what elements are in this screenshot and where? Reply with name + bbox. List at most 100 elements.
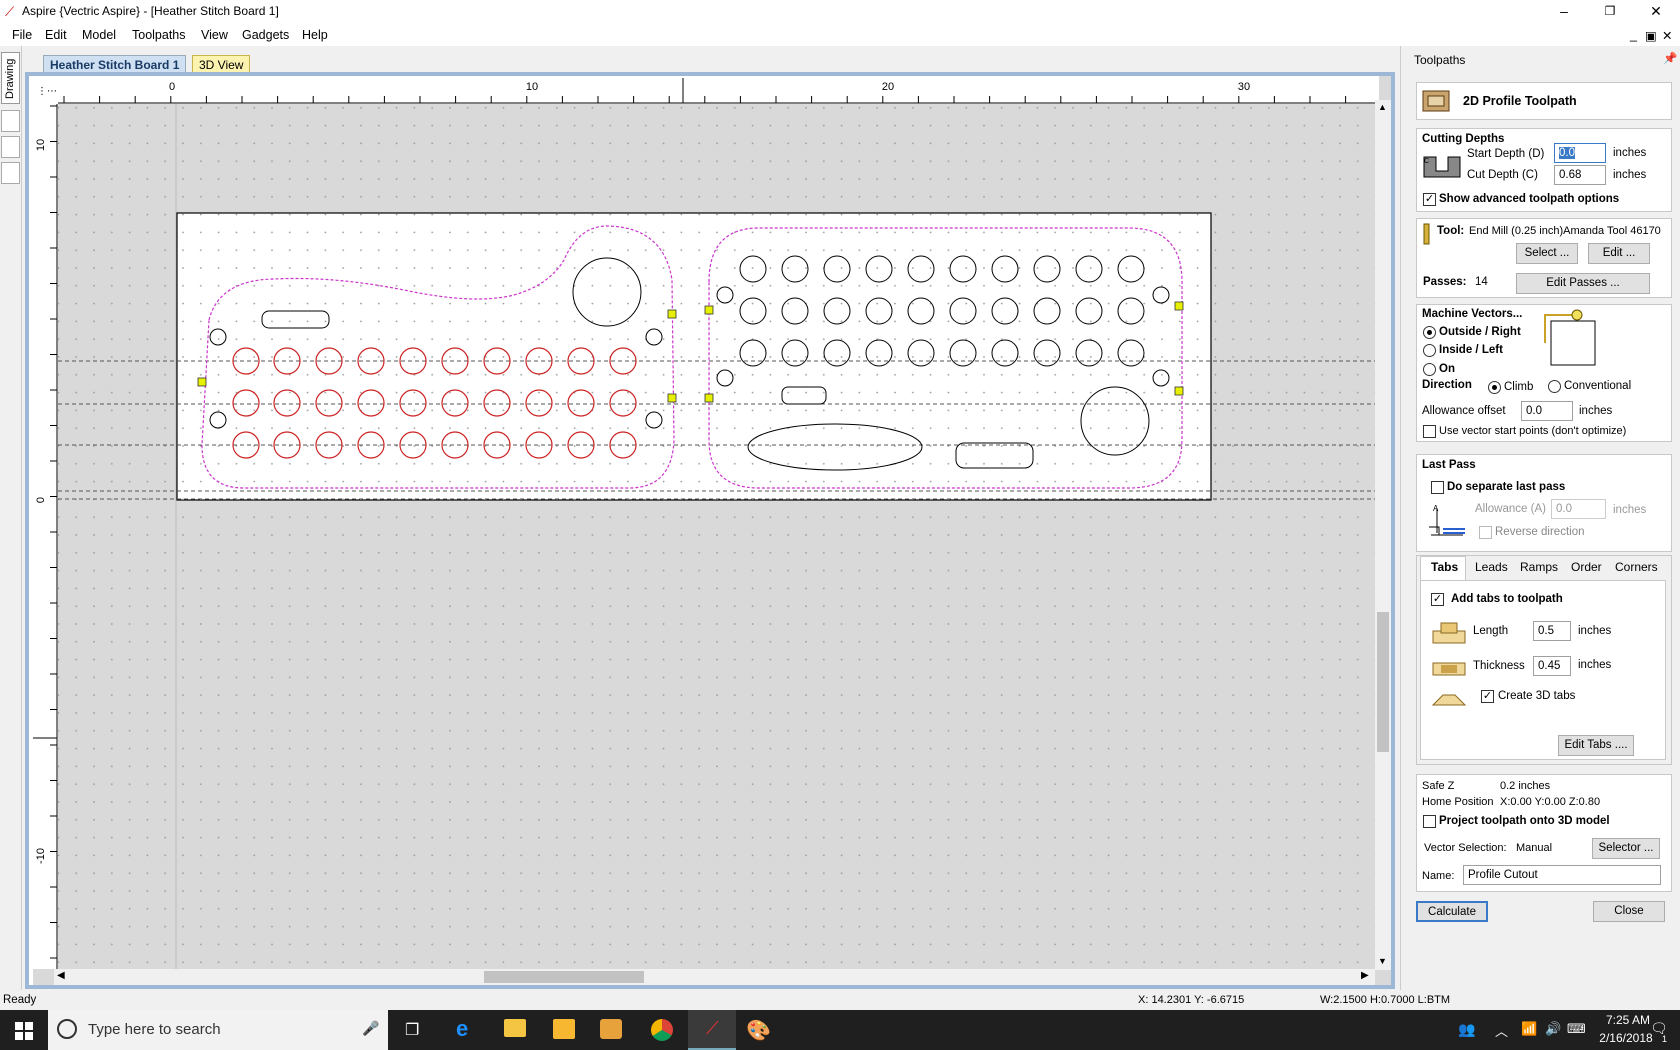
tab-marker[interactable] bbox=[704, 305, 714, 315]
safe-z-label: Safe Z bbox=[1422, 780, 1455, 792]
tab-thickness-input[interactable]: 0.45 bbox=[1533, 656, 1571, 676]
add-tabs-checkbox[interactable]: ✓ bbox=[1431, 593, 1444, 606]
vertical-scrollbar[interactable]: ▲ ▼ bbox=[1375, 100, 1391, 970]
menu-edit[interactable]: Edit bbox=[45, 28, 67, 42]
tab-order[interactable]: Order bbox=[1571, 560, 1602, 574]
toolpath-name-input[interactable]: Profile Cutout bbox=[1463, 865, 1661, 885]
minimize-button[interactable]: – bbox=[1541, 0, 1587, 24]
start-depth-input[interactable]: 0.0 bbox=[1554, 143, 1606, 163]
ruler-origin-icon[interactable]: ⋮⋯ bbox=[37, 86, 57, 97]
menu-model[interactable]: Model bbox=[82, 28, 116, 42]
allowance-offset-input[interactable]: 0.0 bbox=[1521, 401, 1573, 421]
mdi-minimize-button[interactable]: _ bbox=[1630, 28, 1637, 42]
volume-icon[interactable]: 🔊 bbox=[1545, 1021, 1561, 1037]
last-pass-allowance-input[interactable]: 0.0 bbox=[1551, 499, 1606, 519]
drawing-canvas[interactable]: 0 10 20 30 10 0 -10 ⋮⋯ bbox=[29, 76, 1391, 985]
machine-vectors-heading: Machine Vectors... bbox=[1422, 308, 1523, 320]
reverse-direction-checkbox[interactable] bbox=[1479, 526, 1492, 539]
dock-tab-1[interactable] bbox=[1, 110, 20, 132]
restore-button[interactable]: ❐ bbox=[1587, 0, 1633, 24]
separate-last-pass-checkbox[interactable] bbox=[1431, 481, 1444, 494]
edit-passes-button[interactable]: Edit Passes ... bbox=[1516, 273, 1650, 294]
select-tool-button[interactable]: Select ... bbox=[1516, 243, 1578, 264]
pin-icon[interactable]: 📌 bbox=[1663, 51, 1677, 65]
menu-view[interactable]: View bbox=[201, 28, 228, 42]
calculate-button[interactable]: Calculate bbox=[1416, 901, 1488, 922]
home-position-value: X:0.00 Y:0.00 Z:0.80 bbox=[1500, 796, 1601, 808]
drawing-tab[interactable]: Drawing bbox=[1, 52, 20, 104]
mdi-restore-button[interactable]: ▣ bbox=[1645, 28, 1657, 43]
tab-tabs[interactable]: Tabs bbox=[1431, 560, 1458, 574]
conventional-radio[interactable] bbox=[1548, 380, 1561, 393]
scroll-up-icon[interactable]: ▲ bbox=[1378, 102, 1387, 112]
name-label: Name: bbox=[1422, 870, 1455, 882]
tab-thickness-unit: inches bbox=[1578, 659, 1612, 671]
tab-length-icon bbox=[1432, 622, 1466, 644]
window-title: Aspire {Vectric Aspire} - [Heather Stitc… bbox=[22, 4, 279, 18]
edit-tool-button[interactable]: Edit ... bbox=[1588, 243, 1650, 264]
tab-thickness-icon bbox=[1432, 662, 1466, 676]
taskbar-search-box[interactable]: Type here to search 🎤 bbox=[48, 1010, 388, 1050]
tab-marker[interactable] bbox=[1174, 301, 1184, 311]
task-view-icon[interactable]: ❐ bbox=[405, 1020, 419, 1040]
tab-marker[interactable] bbox=[667, 309, 677, 319]
climb-label: Climb bbox=[1504, 381, 1534, 393]
aspire-icon: ⟋ bbox=[706, 1018, 719, 1038]
scroll-down-icon[interactable]: ▼ bbox=[1378, 956, 1387, 966]
aspire-taskbar-button[interactable]: ⟋ bbox=[688, 1010, 736, 1050]
store-icon[interactable] bbox=[553, 1019, 575, 1039]
people-icon[interactable]: 👥 bbox=[1458, 1021, 1475, 1038]
tab-marker[interactable] bbox=[667, 393, 677, 403]
dock-tab-2[interactable] bbox=[1, 136, 20, 158]
scroll-right-icon[interactable]: ▶ bbox=[1361, 970, 1369, 981]
network-icon[interactable]: 📶 bbox=[1521, 1021, 1537, 1037]
advanced-options-checkbox[interactable]: ✓ bbox=[1423, 193, 1436, 206]
close-button[interactable]: Close bbox=[1593, 901, 1665, 922]
edit-tabs-button[interactable]: Edit Tabs .... bbox=[1558, 735, 1634, 756]
chrome-icon[interactable] bbox=[651, 1019, 673, 1041]
tab-corners[interactable]: Corners bbox=[1615, 560, 1658, 574]
vertical-scroll-thumb[interactable] bbox=[1377, 612, 1389, 752]
outside-right-radio[interactable] bbox=[1423, 326, 1436, 339]
cut-depth-input[interactable]: 0.68 bbox=[1554, 165, 1606, 185]
media-app-icon[interactable] bbox=[600, 1019, 622, 1039]
tab-marker[interactable] bbox=[1174, 386, 1184, 396]
horizontal-scroll-thumb[interactable] bbox=[484, 971, 644, 983]
tab-thickness-label: Thickness bbox=[1473, 660, 1525, 672]
microphone-icon[interactable]: 🎤 bbox=[362, 1020, 379, 1037]
file-explorer-icon[interactable] bbox=[504, 1019, 526, 1037]
create-3d-tabs-checkbox[interactable]: ✓ bbox=[1481, 690, 1494, 703]
machine-vectors-diagram-icon bbox=[1544, 309, 1596, 366]
inside-left-radio[interactable] bbox=[1423, 344, 1436, 357]
tab-leads[interactable]: Leads bbox=[1475, 560, 1508, 574]
chevron-up-icon[interactable]: ︿ bbox=[1495, 1021, 1508, 1040]
tab-marker[interactable] bbox=[704, 393, 714, 403]
menu-file[interactable]: File bbox=[12, 28, 32, 42]
menu-help[interactable]: Help bbox=[302, 28, 328, 42]
keyboard-icon[interactable]: ⌨ bbox=[1567, 1021, 1586, 1037]
outside-right-label: Outside / Right bbox=[1439, 326, 1521, 338]
separate-last-pass-label: Do separate last pass bbox=[1447, 481, 1566, 493]
menu-gadgets[interactable]: Gadgets bbox=[242, 28, 289, 42]
clock-time[interactable]: 7:25 AM bbox=[1598, 1013, 1658, 1027]
tab-document[interactable]: Heather Stitch Board 1 bbox=[43, 55, 187, 73]
horizontal-scrollbar[interactable]: ◀ ▶ bbox=[54, 969, 1375, 985]
windows-start-icon[interactable] bbox=[15, 1022, 33, 1040]
scroll-left-icon[interactable]: ◀ bbox=[57, 970, 65, 981]
selector-button[interactable]: Selector ... bbox=[1592, 838, 1660, 859]
tab-3d-view[interactable]: 3D View bbox=[192, 55, 251, 73]
vector-start-points-checkbox[interactable] bbox=[1423, 425, 1436, 438]
close-window-button[interactable]: ✕ bbox=[1633, 0, 1679, 24]
tab-marker[interactable] bbox=[197, 377, 207, 387]
climb-radio[interactable] bbox=[1488, 381, 1501, 394]
left-dock-strip bbox=[0, 46, 22, 990]
on-radio[interactable] bbox=[1423, 363, 1436, 376]
paint-icon[interactable]: 🎨 bbox=[746, 1018, 771, 1043]
project-3d-checkbox[interactable] bbox=[1423, 815, 1436, 828]
tab-length-input[interactable]: 0.5 bbox=[1533, 621, 1571, 641]
dock-tab-3[interactable] bbox=[1, 162, 20, 184]
tab-ramps[interactable]: Ramps bbox=[1520, 560, 1558, 574]
menu-toolpaths[interactable]: Toolpaths bbox=[132, 28, 186, 42]
mdi-close-button[interactable]: ✕ bbox=[1662, 28, 1672, 43]
edge-icon[interactable]: e bbox=[456, 1016, 468, 1042]
